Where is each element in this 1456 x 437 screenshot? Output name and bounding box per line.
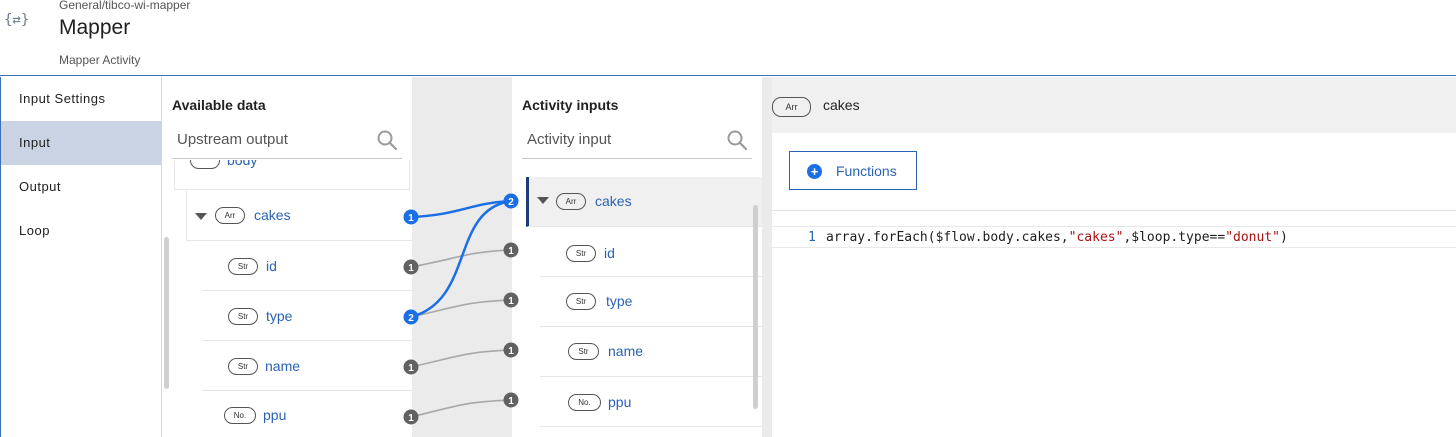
- editor-field-title: cakes: [823, 97, 860, 113]
- field-label-cakes: cakes: [595, 193, 632, 209]
- string-type-pill: Str: [566, 293, 596, 310]
- functions-label: Functions: [836, 163, 897, 179]
- upstream-search-input[interactable]: [177, 131, 357, 148]
- mapper-icon: {⇄}: [4, 12, 30, 28]
- activity-inputs-title: Activity inputs: [522, 97, 619, 113]
- string-type-pill: Str: [228, 258, 258, 275]
- activity-row-type[interactable]: Str type: [540, 277, 762, 327]
- field-label-ppu: ppu: [608, 394, 632, 410]
- tree-row-id[interactable]: Str id: [202, 241, 412, 291]
- activity-search: [522, 125, 752, 159]
- array-type-pill: Arr: [215, 207, 245, 224]
- collapse-caret-icon[interactable]: [537, 197, 549, 204]
- string-type-pill: Str: [228, 358, 258, 375]
- line-number: 1: [808, 230, 816, 245]
- mapping-gutter: [412, 77, 512, 437]
- editor-header: Arr cakes: [772, 77, 1456, 133]
- field-label-name: name: [608, 343, 644, 359]
- collapse-caret-icon[interactable]: [195, 213, 207, 220]
- expression-text[interactable]: array.forEach($flow.body.cakes,"cakes",$…: [826, 230, 1288, 245]
- field-label-name: name: [265, 358, 301, 374]
- activity-header: {⇄} General/tibco-wi-mapper Mapper Mappe…: [0, 0, 1456, 76]
- field-label-type: type: [606, 293, 633, 309]
- field-label-cakes: cakes: [254, 207, 291, 223]
- nav-item-input[interactable]: Input: [1, 121, 161, 165]
- field-label-ppu: ppu: [263, 407, 287, 423]
- array-type-pill: Arr: [556, 193, 586, 210]
- plus-circle-icon: +: [807, 164, 822, 179]
- string-type-pill: Str: [568, 343, 599, 360]
- settings-nav: Input Settings Input Output Loop: [0, 77, 162, 437]
- field-label-id: id: [266, 258, 277, 274]
- string-type-pill: Str: [228, 308, 258, 325]
- activity-row-ppu[interactable]: No. ppu: [540, 377, 762, 427]
- tree-row-body[interactable]: body: [174, 160, 410, 190]
- activity-scrollbar[interactable]: [753, 205, 758, 409]
- string-type-pill: Str: [566, 245, 596, 262]
- search-icon[interactable]: [726, 129, 748, 151]
- tree-row-ppu[interactable]: No. ppu: [202, 391, 412, 437]
- field-label-type: type: [266, 308, 293, 324]
- page-subtitle: Mapper Activity: [59, 53, 141, 67]
- field-label-id: id: [604, 245, 615, 261]
- object-type-pill: [190, 160, 220, 169]
- array-type-pill: Arr: [772, 97, 811, 117]
- breadcrumb: General/tibco-wi-mapper: [59, 0, 191, 12]
- tree-row-name[interactable]: Str name: [202, 341, 412, 391]
- nav-item-output[interactable]: Output: [1, 165, 161, 209]
- nav-item-loop[interactable]: Loop: [1, 209, 161, 253]
- editor-separator: [762, 77, 772, 437]
- activity-inputs-panel: Activity inputs Arr cakes Str id Str typ…: [512, 77, 762, 437]
- code-line[interactable]: 1 array.forEach($flow.body.cakes,"cakes"…: [772, 226, 1456, 248]
- nav-item-input-settings[interactable]: Input Settings: [1, 77, 161, 121]
- page-title: Mapper: [59, 16, 131, 39]
- available-data-panel: Available data body Arr cakes Str id Str…: [162, 77, 412, 437]
- search-icon[interactable]: [376, 129, 398, 151]
- field-label-body: body: [227, 160, 258, 168]
- functions-button[interactable]: + Functions: [789, 151, 917, 190]
- activity-search-input[interactable]: [527, 131, 707, 148]
- number-type-pill: No.: [224, 407, 256, 424]
- mapping-editor: Arr cakes + Functions 1 array.forEach($f…: [772, 77, 1456, 437]
- activity-row-name[interactable]: Str name: [540, 327, 762, 377]
- activity-row-cakes[interactable]: Arr cakes: [526, 177, 762, 227]
- tree-row-cakes[interactable]: Arr cakes: [186, 191, 412, 241]
- activity-row-id[interactable]: Str id: [540, 227, 762, 277]
- code-editor[interactable]: 1 array.forEach($flow.body.cakes,"cakes"…: [772, 210, 1456, 437]
- tree-row-type[interactable]: Str type: [202, 291, 412, 341]
- available-scrollbar[interactable]: [164, 237, 169, 389]
- number-type-pill: No.: [568, 394, 601, 411]
- available-data-title: Available data: [172, 97, 266, 113]
- upstream-search: [172, 125, 402, 159]
